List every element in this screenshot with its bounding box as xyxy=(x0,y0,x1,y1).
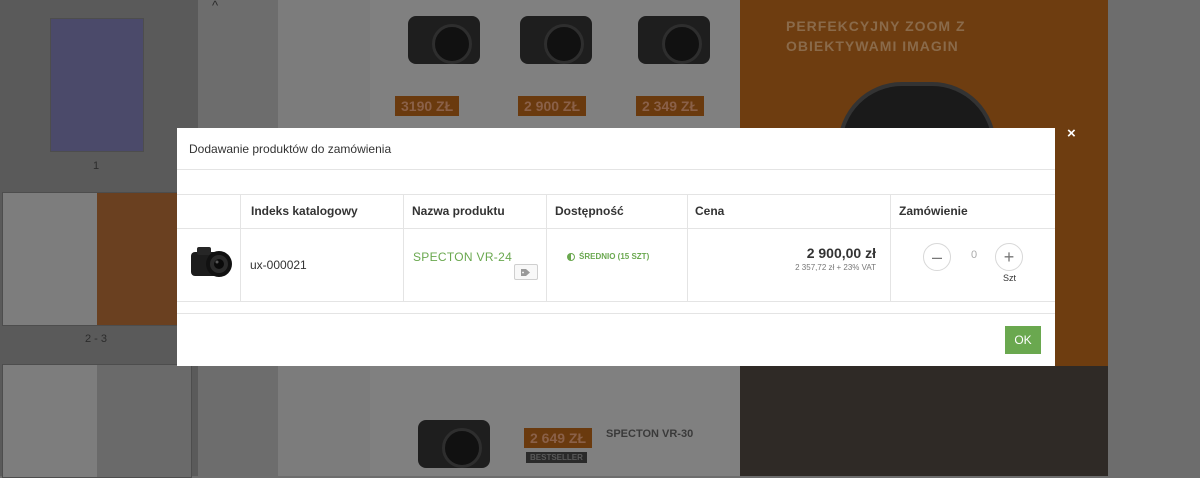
product-heading: SPECTON VR-30 xyxy=(606,428,694,440)
column-header-availability: Dostępność xyxy=(555,204,624,218)
price-net: 2 357,72 zł + 23% VAT xyxy=(795,263,876,272)
divider xyxy=(177,228,1055,229)
camera-image xyxy=(418,420,490,468)
half-circle-icon xyxy=(567,252,575,261)
modal-title: Dodawanie produktów do zamówienia xyxy=(189,142,392,156)
availability-text: ŚREDNIO (15 SZT) xyxy=(579,252,650,261)
divider xyxy=(177,313,1055,314)
price-tag: 2 900 ZŁ xyxy=(518,96,587,116)
quantity-input[interactable]: 0 xyxy=(967,249,981,261)
chevron-up-icon[interactable]: ^ xyxy=(212,0,218,13)
decrease-quantity-button[interactable]: – xyxy=(923,243,951,271)
promo-title: PERFEKCYJNY ZOOM Z OBIEKTYWAMI IMAGIN xyxy=(786,18,966,54)
increase-quantity-button[interactable]: + xyxy=(995,243,1023,271)
tag-button[interactable] xyxy=(514,264,538,280)
column-separator xyxy=(403,194,404,301)
viewer-margin xyxy=(1108,0,1200,476)
price-gross: 2 900,00 zł xyxy=(806,245,876,261)
product-thumbnail xyxy=(191,247,232,277)
price-tag: 2 649 ZŁ xyxy=(524,428,593,448)
column-separator xyxy=(546,194,547,301)
column-separator xyxy=(687,194,688,301)
camera-image xyxy=(520,16,592,64)
thumbnail-page-4-5[interactable] xyxy=(2,364,192,478)
add-products-modal: Dodawanie produktów do zamówienia Indeks… xyxy=(177,128,1055,366)
camera-image xyxy=(408,16,480,64)
divider xyxy=(177,169,1055,170)
close-icon[interactable]: × xyxy=(1067,125,1076,143)
camera-image xyxy=(638,16,710,64)
catalog-index: ux-000021 xyxy=(250,258,307,272)
thumbnail-label: 1 xyxy=(92,160,100,172)
thumbnail-page-2-3[interactable] xyxy=(2,192,192,326)
price-tag: 3190 ZŁ xyxy=(395,96,460,116)
quantity-unit: Szt xyxy=(1003,273,1017,283)
tags-icon xyxy=(521,268,530,276)
thumbnail-page-1[interactable] xyxy=(50,18,144,152)
column-separator xyxy=(890,194,891,301)
divider xyxy=(177,194,1055,195)
availability-status: ŚREDNIO (15 SZT) xyxy=(567,252,649,261)
thumbnail-label: 2 - 3 xyxy=(84,333,107,345)
column-header-index: Indeks katalogowy xyxy=(251,204,358,218)
column-header-price: Cena xyxy=(695,204,725,218)
ok-button[interactable]: OK xyxy=(1005,326,1041,354)
column-header-order: Zamówienie xyxy=(899,204,968,218)
price-tag: 2 349 ZŁ xyxy=(636,96,705,116)
column-separator xyxy=(240,194,241,301)
column-header-name: Nazwa produktu xyxy=(412,204,505,218)
product-name-link[interactable]: SPECTON VR-24 xyxy=(413,250,512,264)
divider xyxy=(177,301,1055,302)
bestseller-badge: BESTSELLER xyxy=(526,452,587,463)
